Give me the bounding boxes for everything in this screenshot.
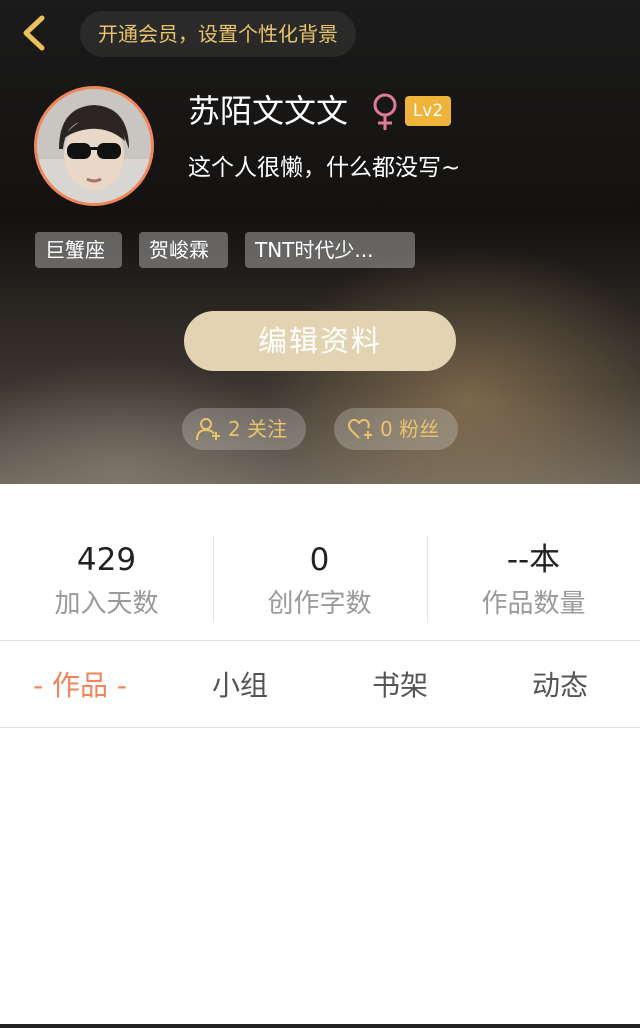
tab-works[interactable]: - 作品 - [0, 662, 160, 710]
stat-value: 429 [76, 542, 137, 578]
tag-group[interactable]: TNT时代少... [245, 232, 415, 268]
username: 苏陌文文文 [188, 92, 349, 130]
tag-constellation[interactable]: 巨蟹座 [35, 232, 122, 268]
female-icon [373, 93, 397, 130]
level-badge: Lv2 [405, 96, 451, 126]
divider [0, 640, 640, 641]
screen-bottom-edge [0, 1024, 640, 1028]
tab-activity[interactable]: 动态 [480, 662, 640, 710]
avatar[interactable] [34, 86, 154, 206]
add-user-icon [196, 418, 220, 441]
stat-value: 0 [309, 542, 330, 578]
user-bio: 这个人很懒，什么都没写~ [188, 155, 461, 181]
back-button[interactable] [14, 10, 60, 56]
tab-groups[interactable]: 小组 [160, 662, 320, 710]
tab-bookshelf[interactable]: 书架 [320, 662, 480, 710]
stats-row: 429 加入天数 0 创作字数 --本 作品数量 [0, 520, 640, 636]
tag-idol[interactable]: 贺峻霖 [139, 232, 228, 268]
stat-label: 创作字数 [267, 589, 372, 619]
stats-divider [427, 536, 428, 622]
chevron-left-icon [23, 15, 45, 51]
following-count: 2 关注 [228, 417, 288, 441]
stats-divider [213, 536, 214, 622]
divider [0, 727, 640, 728]
stat-label: 作品数量 [481, 589, 586, 619]
heart-plus-icon [348, 418, 372, 439]
profile-header: 开通会员，设置个性化背景 苏陌文文文 Lv2 这个人很懒，什么都没写~ 巨蟹座 … [0, 0, 640, 484]
stat-value: --本 [506, 542, 561, 578]
stat-word-count: 0 创作字数 [213, 520, 426, 630]
followers-count: 0 粉丝 [380, 417, 440, 441]
edit-profile-button[interactable]: 编辑资料 [184, 311, 456, 371]
vip-background-banner[interactable]: 开通会员，设置个性化背景 [80, 11, 356, 57]
following-button[interactable]: 2 关注 [182, 408, 306, 450]
followers-button[interactable]: 0 粉丝 [334, 408, 458, 450]
stat-label: 加入天数 [54, 589, 159, 619]
stat-works-count: --本 作品数量 [427, 520, 640, 630]
stat-join-days: 429 加入天数 [0, 520, 213, 630]
